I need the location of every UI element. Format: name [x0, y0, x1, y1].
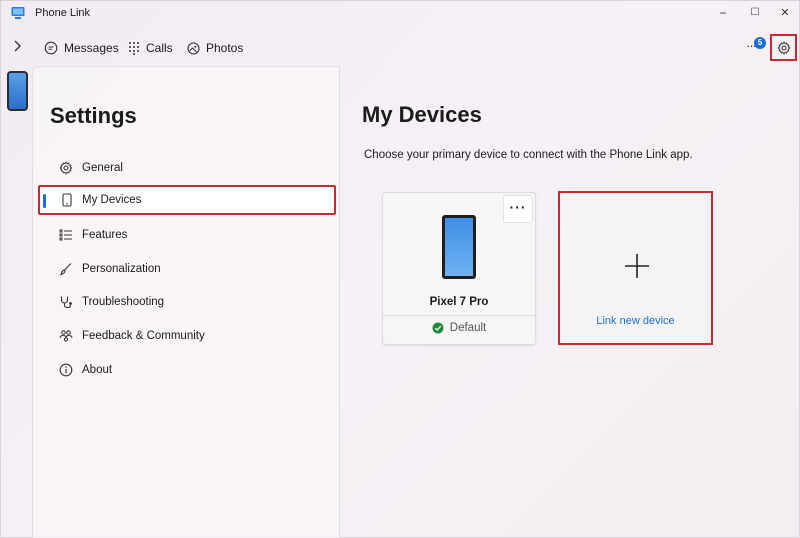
- dialpad-icon: [129, 42, 139, 55]
- page-description: Choose your primary device to connect wi…: [364, 149, 693, 161]
- settings-item-label: Features: [82, 229, 128, 241]
- brush-icon: [60, 263, 72, 276]
- stethoscope-icon: [60, 296, 72, 309]
- title-bar: Phone Link − ☐ ✕: [1, 1, 800, 27]
- app-title: Phone Link: [35, 7, 91, 19]
- settings-item-feedback-community[interactable]: Feedback & Community: [38, 321, 336, 351]
- close-button[interactable]: ✕: [773, 4, 797, 22]
- people-icon: [59, 330, 73, 342]
- settings-panel: Settings General My Devices Features Per…: [32, 66, 340, 538]
- settings-heading: Settings: [50, 103, 137, 128]
- minimize-button[interactable]: −: [711, 4, 735, 22]
- tab-label: Photos: [206, 41, 244, 55]
- plus-icon: [625, 254, 649, 278]
- gear-icon: [777, 41, 790, 54]
- link-new-device-card[interactable]: Link new device: [558, 191, 713, 345]
- phone-illustration: [442, 215, 476, 279]
- photos-icon: [187, 41, 200, 55]
- settings-item-label: My Devices: [82, 194, 142, 206]
- info-icon: [59, 363, 73, 377]
- page-title: My Devices: [362, 102, 482, 127]
- chevron-right-icon[interactable]: [9, 38, 25, 54]
- settings-item-about[interactable]: About: [38, 355, 336, 385]
- default-status: Default: [383, 322, 535, 334]
- chat-icon: [44, 41, 58, 55]
- phone-link-app-icon: [11, 7, 25, 19]
- settings-item-label: About: [82, 364, 113, 376]
- phone-icon: [62, 193, 72, 207]
- settings-item-label: Feedback & Community: [82, 330, 205, 342]
- check-circle-icon: [432, 322, 444, 334]
- settings-item-general[interactable]: General: [38, 153, 336, 183]
- settings-item-features[interactable]: Features: [38, 220, 336, 250]
- device-card[interactable]: ··· Pixel 7 Pro Default: [382, 192, 536, 345]
- settings-item-label: Troubleshooting: [82, 296, 165, 308]
- list-icon: [59, 229, 72, 241]
- notifications-button[interactable]: ··· 5: [742, 37, 766, 57]
- settings-item-my-devices[interactable]: My Devices: [38, 185, 336, 215]
- phone-link-window: Phone Link − ☐ ✕ Messages Calls Photos ·…: [0, 0, 800, 538]
- tab-calls[interactable]: Calls: [128, 39, 173, 57]
- device-name: Pixel 7 Pro: [429, 296, 489, 308]
- tab-label: Messages: [64, 41, 119, 55]
- card-divider: [383, 315, 535, 316]
- settings-button[interactable]: [770, 34, 797, 61]
- maximize-button[interactable]: ☐: [743, 4, 767, 22]
- settings-item-troubleshooting[interactable]: Troubleshooting: [38, 287, 336, 317]
- tab-messages[interactable]: Messages: [44, 39, 119, 57]
- active-indicator: [43, 194, 46, 208]
- device-more-button[interactable]: ···: [503, 195, 533, 223]
- settings-item-label: Personalization: [82, 263, 161, 275]
- gear-icon: [59, 161, 73, 175]
- default-label: Default: [449, 322, 487, 334]
- tab-label: Calls: [146, 41, 173, 55]
- settings-item-label: General: [82, 162, 123, 174]
- tab-photos[interactable]: Photos: [187, 39, 243, 57]
- notification-badge: 5: [754, 37, 766, 49]
- settings-item-personalization[interactable]: Personalization: [38, 254, 336, 284]
- connected-phone-thumbnail[interactable]: [7, 71, 28, 111]
- link-new-device-label: Link new device: [596, 315, 675, 327]
